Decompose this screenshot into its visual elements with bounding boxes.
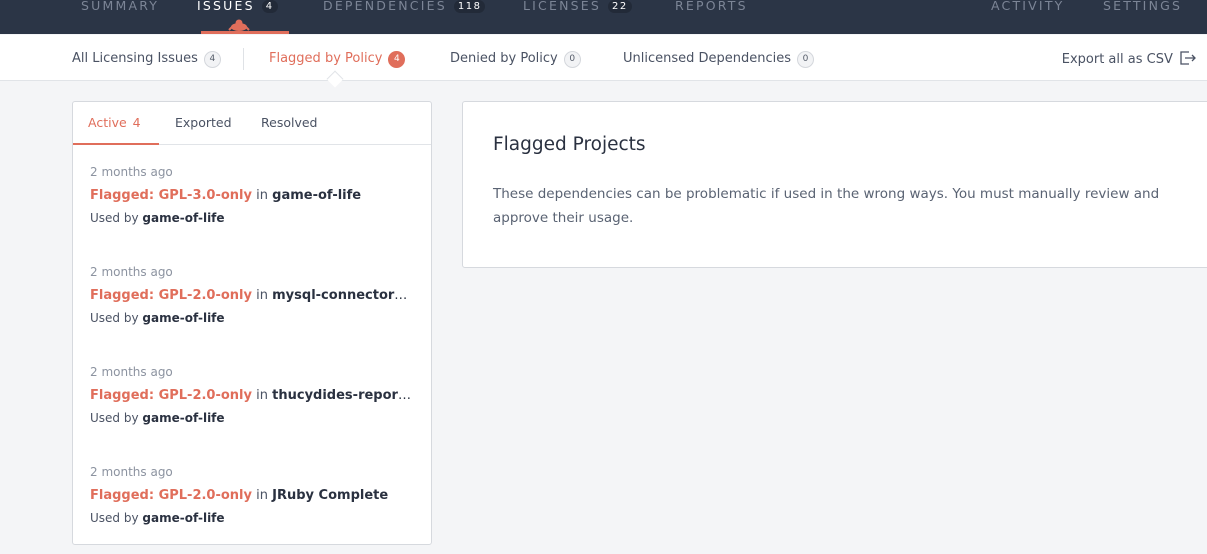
nav-issues-label: ISSUES <box>197 0 255 13</box>
nav-issues-count: 4 <box>261 0 278 13</box>
tab-resolved-label: Resolved <box>261 115 318 130</box>
issue-time: 2 months ago <box>90 265 173 279</box>
issue-target[interactable]: JRuby Complete <box>272 488 388 503</box>
tab-active-label: Active <box>88 115 127 130</box>
panel-description: These dependencies can be problematic if… <box>493 186 1160 226</box>
issue-used-by-project: game-of-life <box>142 311 225 325</box>
issue-flag[interactable]: Flagged: GPL-3.0-only <box>90 188 252 203</box>
issue-title: Flagged: GPL-2.0-only in mysql-connector… <box>90 287 412 304</box>
issue-title: Flagged: GPL-2.0-only in thucydides-repo… <box>90 387 412 404</box>
tab-flagged-by-policy[interactable]: Flagged by Policy 4 <box>269 51 406 68</box>
issues-list-panel: Active 4 Exported Resolved 2 months ago F… <box>72 101 432 545</box>
issue-list-item[interactable]: 2 months ago Flagged: GPL-2.0-only in JR… <box>90 464 420 526</box>
tab-denied-by-policy[interactable]: Denied by Policy 0 <box>450 51 581 68</box>
active-status-tab-indicator <box>73 143 159 145</box>
nav-activity[interactable]: ACTIVITY <box>991 0 1065 13</box>
issue-title: Flagged: GPL-2.0-only in JRuby Complete <box>90 487 412 504</box>
issue-flag[interactable]: Flagged: GPL-2.0-only <box>90 488 252 503</box>
issue-in: in <box>256 288 268 303</box>
active-tab-pointer <box>326 70 344 88</box>
issue-used-by-prefix: Used by <box>90 411 139 425</box>
issue-used-by-project: game-of-life <box>142 211 225 225</box>
issue-used-by: Used by game-of-life <box>90 210 420 226</box>
issue-used-by-project: game-of-life <box>142 411 225 425</box>
nav-reports[interactable]: REPORTS <box>675 0 748 13</box>
nav-summary-label: SUMMARY <box>81 0 160 13</box>
tab-flagged-by-policy-label: Flagged by Policy <box>269 51 383 66</box>
issue-time: 2 months ago <box>90 165 173 179</box>
nav-reports-label: REPORTS <box>675 0 748 13</box>
issue-used-by-prefix: Used by <box>90 511 139 525</box>
active-nav-indicator <box>201 31 289 34</box>
export-csv-label: Export all as CSV <box>1061 52 1173 67</box>
nav-licenses-count: 22 <box>608 0 632 13</box>
issue-list-item[interactable]: 2 months ago Flagged: GPL-2.0-only in th… <box>90 364 420 426</box>
tab-active[interactable]: Active 4 <box>88 115 141 131</box>
tab-resolved[interactable]: Resolved <box>261 115 317 131</box>
top-navigation: SUMMARY ISSUES 4 DEPENDENCIES 118 LICENSES… <box>0 0 1207 34</box>
issue-list-item[interactable]: 2 months ago Flagged: GPL-2.0-only in my… <box>90 264 420 326</box>
tab-exported-label: Exported <box>175 115 232 130</box>
tab-unlicensed-dependencies-label: Unlicensed Dependencies <box>623 51 792 66</box>
nav-summary[interactable]: SUMMARY <box>81 0 159 13</box>
issue-used-by: Used by game-of-life <box>90 410 420 426</box>
issue-used-by-project: game-of-life <box>142 511 225 525</box>
issue-used-by-prefix: Used by <box>90 211 139 225</box>
issue-used-by: Used by game-of-life <box>90 310 420 326</box>
issue-flag[interactable]: Flagged: GPL-2.0-only <box>90 388 252 403</box>
tab-unlicensed-dependencies[interactable]: Unlicensed Dependencies 0 <box>623 51 815 68</box>
nav-licenses[interactable]: LICENSES 22 <box>523 0 632 13</box>
issue-in: in <box>256 388 268 403</box>
tab-active-count: 4 <box>132 115 141 130</box>
tab-all-licensing-issues[interactable]: All Licensing Issues 4 <box>72 51 221 68</box>
issue-list-item[interactable]: 2 months ago Flagged: GPL-3.0-only in ga… <box>90 164 420 226</box>
issue-target[interactable]: game-of-life <box>272 188 361 203</box>
tab-denied-by-policy-label: Denied by Policy <box>450 51 558 66</box>
issue-time: 2 months ago <box>90 365 173 379</box>
issue-status-tabs: Active 4 Exported Resolved <box>73 102 431 145</box>
issue-in: in <box>256 188 268 203</box>
nav-licenses-label: LICENSES <box>523 0 601 13</box>
flagged-projects-panel: Flagged Projects These dependencies can … <box>462 101 1207 268</box>
tab-divider <box>243 48 244 70</box>
tab-denied-by-policy-count: 0 <box>563 51 581 68</box>
issue-flag[interactable]: Flagged: GPL-2.0-only <box>90 288 252 303</box>
issue-used-by-prefix: Used by <box>90 311 139 325</box>
tab-all-licensing-issues-label: All Licensing Issues <box>72 51 198 66</box>
panel-title: Flagged Projects <box>493 134 646 155</box>
issue-time: 2 months ago <box>90 465 173 479</box>
issue-in: in <box>256 488 268 503</box>
tab-flagged-by-policy-count: 4 <box>388 51 406 68</box>
issue-used-by: Used by game-of-life <box>90 510 420 526</box>
nav-issues[interactable]: ISSUES 4 <box>197 0 278 13</box>
nav-settings-label: SETTINGS <box>1103 0 1183 13</box>
tab-all-licensing-issues-count: 4 <box>203 51 221 68</box>
issue-target[interactable]: mysql-connector-j... <box>272 288 412 303</box>
sub-navigation: All Licensing Issues 4 Flagged by Policy 4… <box>0 35 1207 88</box>
export-csv-button[interactable]: Export all as CSV <box>1062 50 1197 68</box>
nav-settings[interactable]: SETTINGS <box>1103 0 1182 13</box>
tab-exported[interactable]: Exported <box>175 115 232 131</box>
issue-target[interactable]: thucydides-report-... <box>272 388 412 403</box>
tab-unlicensed-dependencies-count: 0 <box>797 51 815 68</box>
nav-dependencies-label: DEPENDENCIES <box>323 0 447 13</box>
export-icon <box>1180 51 1196 65</box>
nav-activity-label: ACTIVITY <box>991 0 1065 13</box>
issue-title: Flagged: GPL-3.0-only in game-of-life <box>90 187 412 204</box>
nav-dependencies[interactable]: DEPENDENCIES 118 <box>323 0 486 13</box>
nav-dependencies-count: 118 <box>453 0 486 13</box>
